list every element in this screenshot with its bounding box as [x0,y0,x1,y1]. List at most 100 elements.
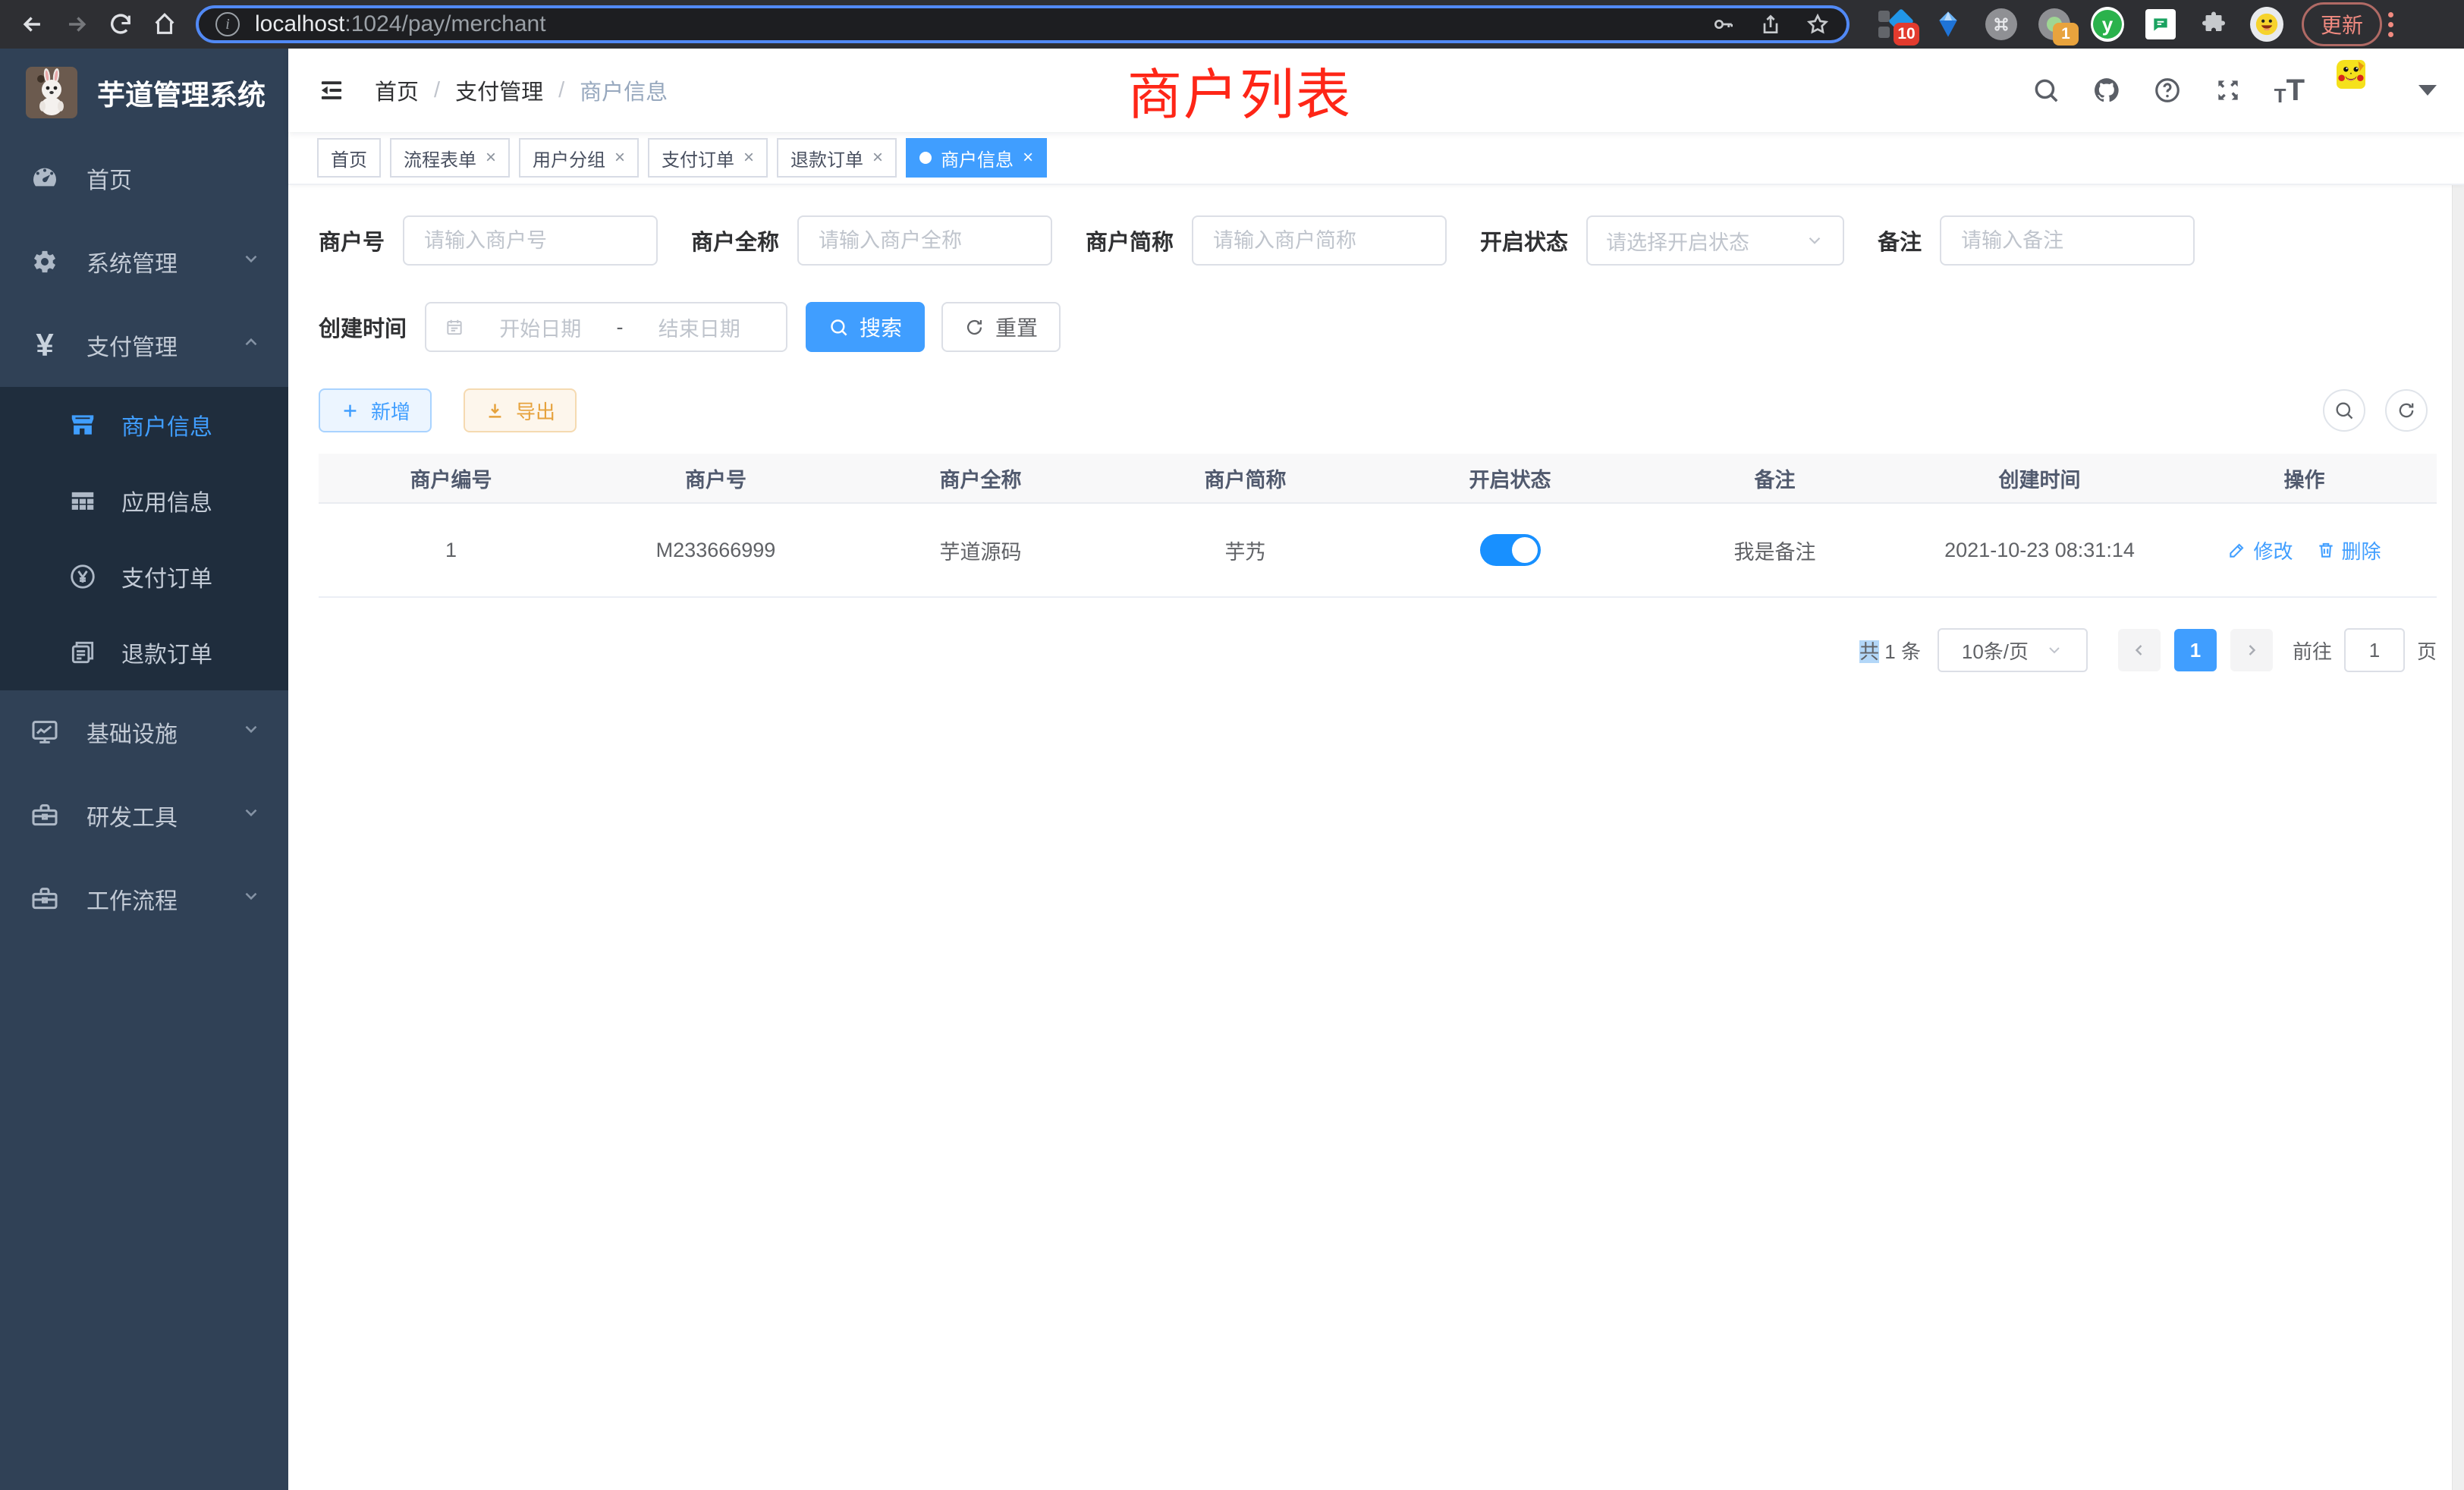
breadcrumb-section[interactable]: 支付管理 [455,74,543,106]
extension-blue-gem-icon[interactable] [1931,8,1965,41]
address-bar[interactable]: i localhost:1024/pay/merchant [196,5,1850,43]
gem-icon [1933,9,1963,39]
sidebar-logo-row[interactable]: 芋道管理系统 [0,49,288,137]
create-time-range-picker[interactable]: 开始日期 - 结束日期 [425,302,787,352]
tag-close-icon[interactable]: × [486,149,496,167]
sidebar-item-home[interactable]: 首页 [0,137,288,220]
yen-icon: ¥ [27,329,62,361]
extension-blue-diamond-icon[interactable]: 10 [1878,8,1912,41]
url-text[interactable]: localhost:1024/pay/merchant [255,11,1711,37]
merchant-no-input[interactable] [403,215,658,266]
chevron-left-icon [2130,641,2148,659]
sidebar-item-merchant-info[interactable]: 商户信息 [0,387,288,463]
tag-merchant-info-active[interactable]: 商户信息 × [906,138,1047,178]
delete-link[interactable]: 删除 [2316,536,2381,564]
start-date-placeholder[interactable]: 开始日期 [472,313,609,342]
share-icon[interactable] [1758,12,1783,36]
end-date-placeholder[interactable]: 结束日期 [631,313,768,342]
documents-icon [67,638,99,667]
full-name-input[interactable] [797,215,1052,266]
short-name-input[interactable] [1192,215,1447,266]
grid-table-icon [67,486,99,515]
sidebar-item-infrastructure[interactable]: 基础设施 [0,690,288,774]
tag-label: 流程表单 [404,145,476,171]
search-button[interactable]: 搜索 [806,302,925,352]
prev-page-button[interactable] [2118,629,2161,671]
screen: i localhost:1024/pay/merchant 10 [0,0,2464,1490]
tag-refund-order[interactable]: 退款订单 × [777,138,897,178]
sidebar-item-label: 系统管理 [86,245,178,278]
tag-close-icon[interactable]: × [614,149,625,167]
extension-yuque-icon[interactable]: y [2091,8,2124,41]
extension-badge: 1 [2053,23,2079,46]
export-button-label: 导出 [516,397,555,425]
extension-green-chat-icon[interactable] [2144,8,2177,41]
bookmark-star-icon[interactable] [1806,12,1830,36]
sidebar-item-pay-order[interactable]: 支付订单 [0,539,288,615]
sidebar-item-workflow[interactable]: 工作流程 [0,857,288,941]
fullscreen-icon[interactable] [2214,76,2242,105]
reset-button[interactable]: 重置 [941,302,1061,352]
extension-badge: 10 [1894,23,1919,46]
sidebar-item-dev-tools[interactable]: 研发工具 [0,774,288,857]
select-chevron-down-icon [1805,231,1824,250]
logo-rabbit-image [26,67,77,118]
sidebar-item-label: 应用信息 [121,484,212,517]
tag-home[interactable]: 首页 [317,138,381,178]
browser-forward-button[interactable] [56,4,97,45]
page-size-select[interactable]: 10条/页 [1938,628,2088,672]
font-size-icon[interactable]: TT [2274,75,2305,105]
tag-pay-order[interactable]: 支付订单 × [648,138,768,178]
browser-back-button[interactable] [12,4,53,45]
browser-menu-kebab-icon[interactable] [2388,12,2393,37]
refresh-table-button[interactable] [2385,389,2428,432]
page-number-1[interactable]: 1 [2174,629,2217,671]
breadcrumb-home[interactable]: 首页 [375,74,419,106]
sidebar-item-payment[interactable]: ¥ 支付管理 [0,303,288,387]
password-key-icon[interactable] [1711,12,1736,36]
pagination-total: 共 1 条 [1859,637,1921,665]
tag-close-icon[interactable]: × [1023,149,1033,167]
date-separator: - [617,316,624,339]
browser-home-button[interactable] [144,4,185,45]
status-toggle-on[interactable] [1480,534,1541,566]
toolbox-icon [27,800,62,831]
tag-close-icon[interactable]: × [743,149,754,167]
extensions-puzzle-icon[interactable] [2197,8,2230,41]
browser-profile-avatar[interactable] [2250,8,2283,41]
page-size-value: 10条/页 [1962,637,2029,665]
extension-command-icon[interactable] [1985,8,2018,41]
user-avatar[interactable] [2337,60,2397,121]
sidebar-item-system[interactable]: 系统管理 [0,220,288,303]
header-search-icon[interactable] [2032,76,2060,105]
remark-input[interactable] [1940,215,2195,266]
next-page-button[interactable] [2230,629,2273,671]
sidebar-item-app-info[interactable]: 应用信息 [0,463,288,539]
tag-process-form[interactable]: 流程表单 × [390,138,510,178]
browser-reload-button[interactable] [100,4,141,45]
goto-unit-label: 页 [2417,637,2437,665]
chevron-right-icon [2242,641,2261,659]
tag-label: 支付订单 [662,145,734,171]
goto-page-input[interactable] [2344,628,2405,672]
help-question-icon[interactable] [2153,76,2182,105]
extension-grey-circle-icon[interactable]: 1 [2038,8,2071,41]
export-button[interactable]: 导出 [464,388,577,432]
add-button[interactable]: 新增 [319,388,432,432]
sidebar-item-refund-order[interactable]: 退款订单 [0,615,288,690]
tag-label: 用户分组 [533,145,605,171]
page-scrollbar[interactable] [2452,49,2464,1490]
tag-user-group[interactable]: 用户分组 × [519,138,639,178]
gear-icon [27,247,62,277]
avatar-caret-down-icon[interactable] [2418,85,2437,96]
browser-update-button[interactable]: 更新 [2302,2,2382,46]
store-icon [67,410,99,439]
total-prefix-highlighted: 共 [1859,640,1879,663]
status-select[interactable]: 请选择开启状态 [1586,215,1844,266]
github-icon[interactable] [2092,76,2121,105]
toggle-search-button[interactable] [2323,389,2365,432]
tag-close-icon[interactable]: × [872,149,883,167]
edit-link[interactable]: 修改 [2227,536,2293,564]
sidebar-collapse-button[interactable] [288,49,375,132]
site-info-icon[interactable]: i [215,12,240,36]
